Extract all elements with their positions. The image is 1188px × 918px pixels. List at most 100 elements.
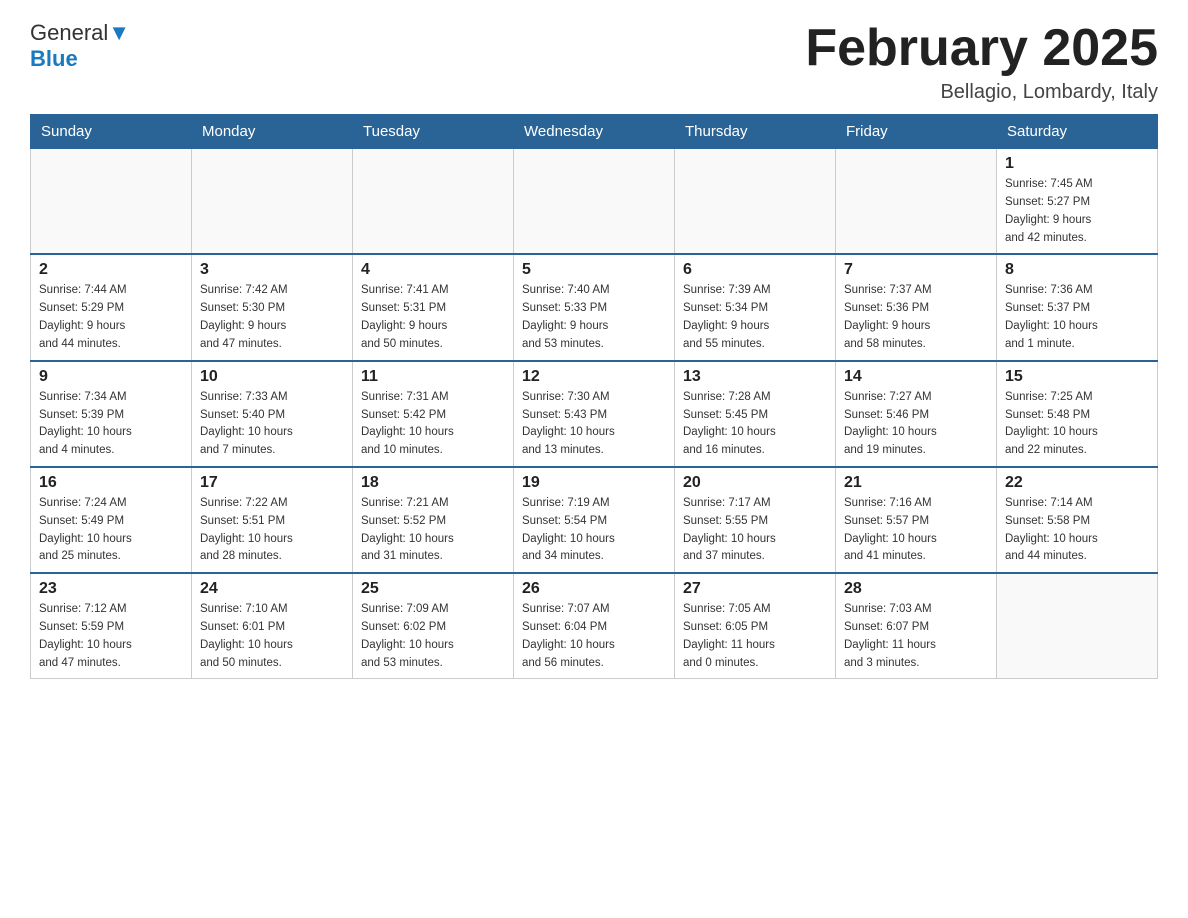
day-info: Sunrise: 7:25 AM Sunset: 5:48 PM Dayligh…	[1005, 389, 1149, 460]
day-info: Sunrise: 7:44 AM Sunset: 5:29 PM Dayligh…	[39, 282, 183, 353]
day-info: Sunrise: 7:28 AM Sunset: 5:45 PM Dayligh…	[683, 389, 827, 460]
calendar-week-2: 2 Sunrise: 7:44 AM Sunset: 5:29 PM Daylig…	[31, 254, 1158, 360]
day-number: 4	[361, 261, 505, 279]
calendar-cell: 2 Sunrise: 7:44 AM Sunset: 5:29 PM Daylig…	[31, 254, 192, 360]
day-number: 17	[200, 474, 344, 492]
day-info: Sunrise: 7:14 AM Sunset: 5:58 PM Dayligh…	[1005, 495, 1149, 566]
weekday-header-row: SundayMondayTuesdayWednesdayThursdayFrid…	[31, 115, 1158, 149]
calendar-cell: 10 Sunrise: 7:33 AM Sunset: 5:40 PM Dayli…	[192, 361, 353, 467]
day-number: 25	[361, 580, 505, 598]
calendar-cell: 23 Sunrise: 7:12 AM Sunset: 5:59 PM Dayli…	[31, 573, 192, 679]
day-number: 5	[522, 261, 666, 279]
calendar-cell: 22 Sunrise: 7:14 AM Sunset: 5:58 PM Dayli…	[997, 467, 1158, 573]
day-number: 3	[200, 261, 344, 279]
day-info: Sunrise: 7:19 AM Sunset: 5:54 PM Dayligh…	[522, 495, 666, 566]
location: Bellagio, Lombardy, Italy	[805, 81, 1158, 104]
month-title: February 2025	[805, 20, 1158, 77]
calendar-cell	[31, 149, 192, 255]
day-number: 7	[844, 261, 988, 279]
day-number: 1	[1005, 155, 1149, 173]
day-number: 14	[844, 368, 988, 386]
day-info: Sunrise: 7:05 AM Sunset: 6:05 PM Dayligh…	[683, 601, 827, 672]
weekday-header-sunday: Sunday	[31, 115, 192, 149]
calendar-cell: 1 Sunrise: 7:45 AM Sunset: 5:27 PM Daylig…	[997, 149, 1158, 255]
day-info: Sunrise: 7:40 AM Sunset: 5:33 PM Dayligh…	[522, 282, 666, 353]
weekday-header-wednesday: Wednesday	[514, 115, 675, 149]
day-info: Sunrise: 7:33 AM Sunset: 5:40 PM Dayligh…	[200, 389, 344, 460]
calendar-cell: 7 Sunrise: 7:37 AM Sunset: 5:36 PM Daylig…	[836, 254, 997, 360]
day-info: Sunrise: 7:34 AM Sunset: 5:39 PM Dayligh…	[39, 389, 183, 460]
calendar-cell: 4 Sunrise: 7:41 AM Sunset: 5:31 PM Daylig…	[353, 254, 514, 360]
day-info: Sunrise: 7:03 AM Sunset: 6:07 PM Dayligh…	[844, 601, 988, 672]
calendar-week-3: 9 Sunrise: 7:34 AM Sunset: 5:39 PM Daylig…	[31, 361, 1158, 467]
page-header: General▼Blue February 2025 Bellagio, Lom…	[30, 20, 1158, 104]
calendar-cell: 3 Sunrise: 7:42 AM Sunset: 5:30 PM Daylig…	[192, 254, 353, 360]
day-info: Sunrise: 7:24 AM Sunset: 5:49 PM Dayligh…	[39, 495, 183, 566]
calendar-cell: 5 Sunrise: 7:40 AM Sunset: 5:33 PM Daylig…	[514, 254, 675, 360]
day-info: Sunrise: 7:17 AM Sunset: 5:55 PM Dayligh…	[683, 495, 827, 566]
calendar-cell: 27 Sunrise: 7:05 AM Sunset: 6:05 PM Dayli…	[675, 573, 836, 679]
day-number: 19	[522, 474, 666, 492]
day-info: Sunrise: 7:10 AM Sunset: 6:01 PM Dayligh…	[200, 601, 344, 672]
calendar-cell	[997, 573, 1158, 679]
calendar-cell	[192, 149, 353, 255]
day-number: 15	[1005, 368, 1149, 386]
calendar-cell: 24Sunrise: 7:10 AM Sunset: 6:01 PM Dayli…	[192, 573, 353, 679]
day-number: 18	[361, 474, 505, 492]
day-info: Sunrise: 7:12 AM Sunset: 5:59 PM Dayligh…	[39, 601, 183, 672]
calendar-cell	[353, 149, 514, 255]
calendar-cell: 18 Sunrise: 7:21 AM Sunset: 5:52 PM Dayli…	[353, 467, 514, 573]
calendar-cell	[836, 149, 997, 255]
weekday-header-saturday: Saturday	[997, 115, 1158, 149]
calendar-week-5: 23 Sunrise: 7:12 AM Sunset: 5:59 PM Dayli…	[31, 573, 1158, 679]
calendar-table: SundayMondayTuesdayWednesdayThursdayFrid…	[30, 114, 1158, 679]
day-number: 21	[844, 474, 988, 492]
day-number: 20	[683, 474, 827, 492]
calendar-cell: 21 Sunrise: 7:16 AM Sunset: 5:57 PM Dayli…	[836, 467, 997, 573]
weekday-header-friday: Friday	[836, 115, 997, 149]
day-number: 8	[1005, 261, 1149, 279]
calendar-cell: 28Sunrise: 7:03 AM Sunset: 6:07 PM Dayli…	[836, 573, 997, 679]
day-info: Sunrise: 7:30 AM Sunset: 5:43 PM Dayligh…	[522, 389, 666, 460]
title-block: February 2025 Bellagio, Lombardy, Italy	[805, 20, 1158, 104]
calendar-cell: 26 Sunrise: 7:07 AM Sunset: 6:04 PM Dayli…	[514, 573, 675, 679]
day-info: Sunrise: 7:41 AM Sunset: 5:31 PM Dayligh…	[361, 282, 505, 353]
day-info: Sunrise: 7:16 AM Sunset: 5:57 PM Dayligh…	[844, 495, 988, 566]
day-number: 10	[200, 368, 344, 386]
day-info: Sunrise: 7:39 AM Sunset: 5:34 PM Dayligh…	[683, 282, 827, 353]
day-info: Sunrise: 7:45 AM Sunset: 5:27 PM Dayligh…	[1005, 176, 1149, 247]
day-info: Sunrise: 7:37 AM Sunset: 5:36 PM Dayligh…	[844, 282, 988, 353]
day-number: 13	[683, 368, 827, 386]
calendar-cell: 6Sunrise: 7:39 AM Sunset: 5:34 PM Daylig…	[675, 254, 836, 360]
day-number: 27	[683, 580, 827, 598]
calendar-week-4: 16 Sunrise: 7:24 AM Sunset: 5:49 PM Dayli…	[31, 467, 1158, 573]
day-info: Sunrise: 7:21 AM Sunset: 5:52 PM Dayligh…	[361, 495, 505, 566]
day-info: Sunrise: 7:36 AM Sunset: 5:37 PM Dayligh…	[1005, 282, 1149, 353]
weekday-header-tuesday: Tuesday	[353, 115, 514, 149]
day-info: Sunrise: 7:42 AM Sunset: 5:30 PM Dayligh…	[200, 282, 344, 353]
calendar-cell: 9 Sunrise: 7:34 AM Sunset: 5:39 PM Daylig…	[31, 361, 192, 467]
day-number: 26	[522, 580, 666, 598]
day-number: 22	[1005, 474, 1149, 492]
day-info: Sunrise: 7:22 AM Sunset: 5:51 PM Dayligh…	[200, 495, 344, 566]
calendar-cell: 11 Sunrise: 7:31 AM Sunset: 5:42 PM Dayli…	[353, 361, 514, 467]
day-number: 23	[39, 580, 183, 598]
day-info: Sunrise: 7:31 AM Sunset: 5:42 PM Dayligh…	[361, 389, 505, 460]
day-number: 2	[39, 261, 183, 279]
calendar-cell: 8 Sunrise: 7:36 AM Sunset: 5:37 PM Daylig…	[997, 254, 1158, 360]
day-number: 12	[522, 368, 666, 386]
logo: General▼Blue	[30, 20, 130, 72]
calendar-cell: 15 Sunrise: 7:25 AM Sunset: 5:48 PM Dayli…	[997, 361, 1158, 467]
day-number: 11	[361, 368, 505, 386]
calendar-cell	[514, 149, 675, 255]
calendar-cell: 20 Sunrise: 7:17 AM Sunset: 5:55 PM Dayli…	[675, 467, 836, 573]
day-info: Sunrise: 7:27 AM Sunset: 5:46 PM Dayligh…	[844, 389, 988, 460]
day-info: Sunrise: 7:07 AM Sunset: 6:04 PM Dayligh…	[522, 601, 666, 672]
calendar-cell: 17 Sunrise: 7:22 AM Sunset: 5:51 PM Dayli…	[192, 467, 353, 573]
logo-blue: ▼Blue	[30, 20, 130, 71]
calendar-cell: 25Sunrise: 7:09 AM Sunset: 6:02 PM Dayli…	[353, 573, 514, 679]
day-number: 16	[39, 474, 183, 492]
day-number: 9	[39, 368, 183, 386]
calendar-cell: 14 Sunrise: 7:27 AM Sunset: 5:46 PM Dayli…	[836, 361, 997, 467]
logo-text: General▼Blue	[30, 20, 130, 72]
